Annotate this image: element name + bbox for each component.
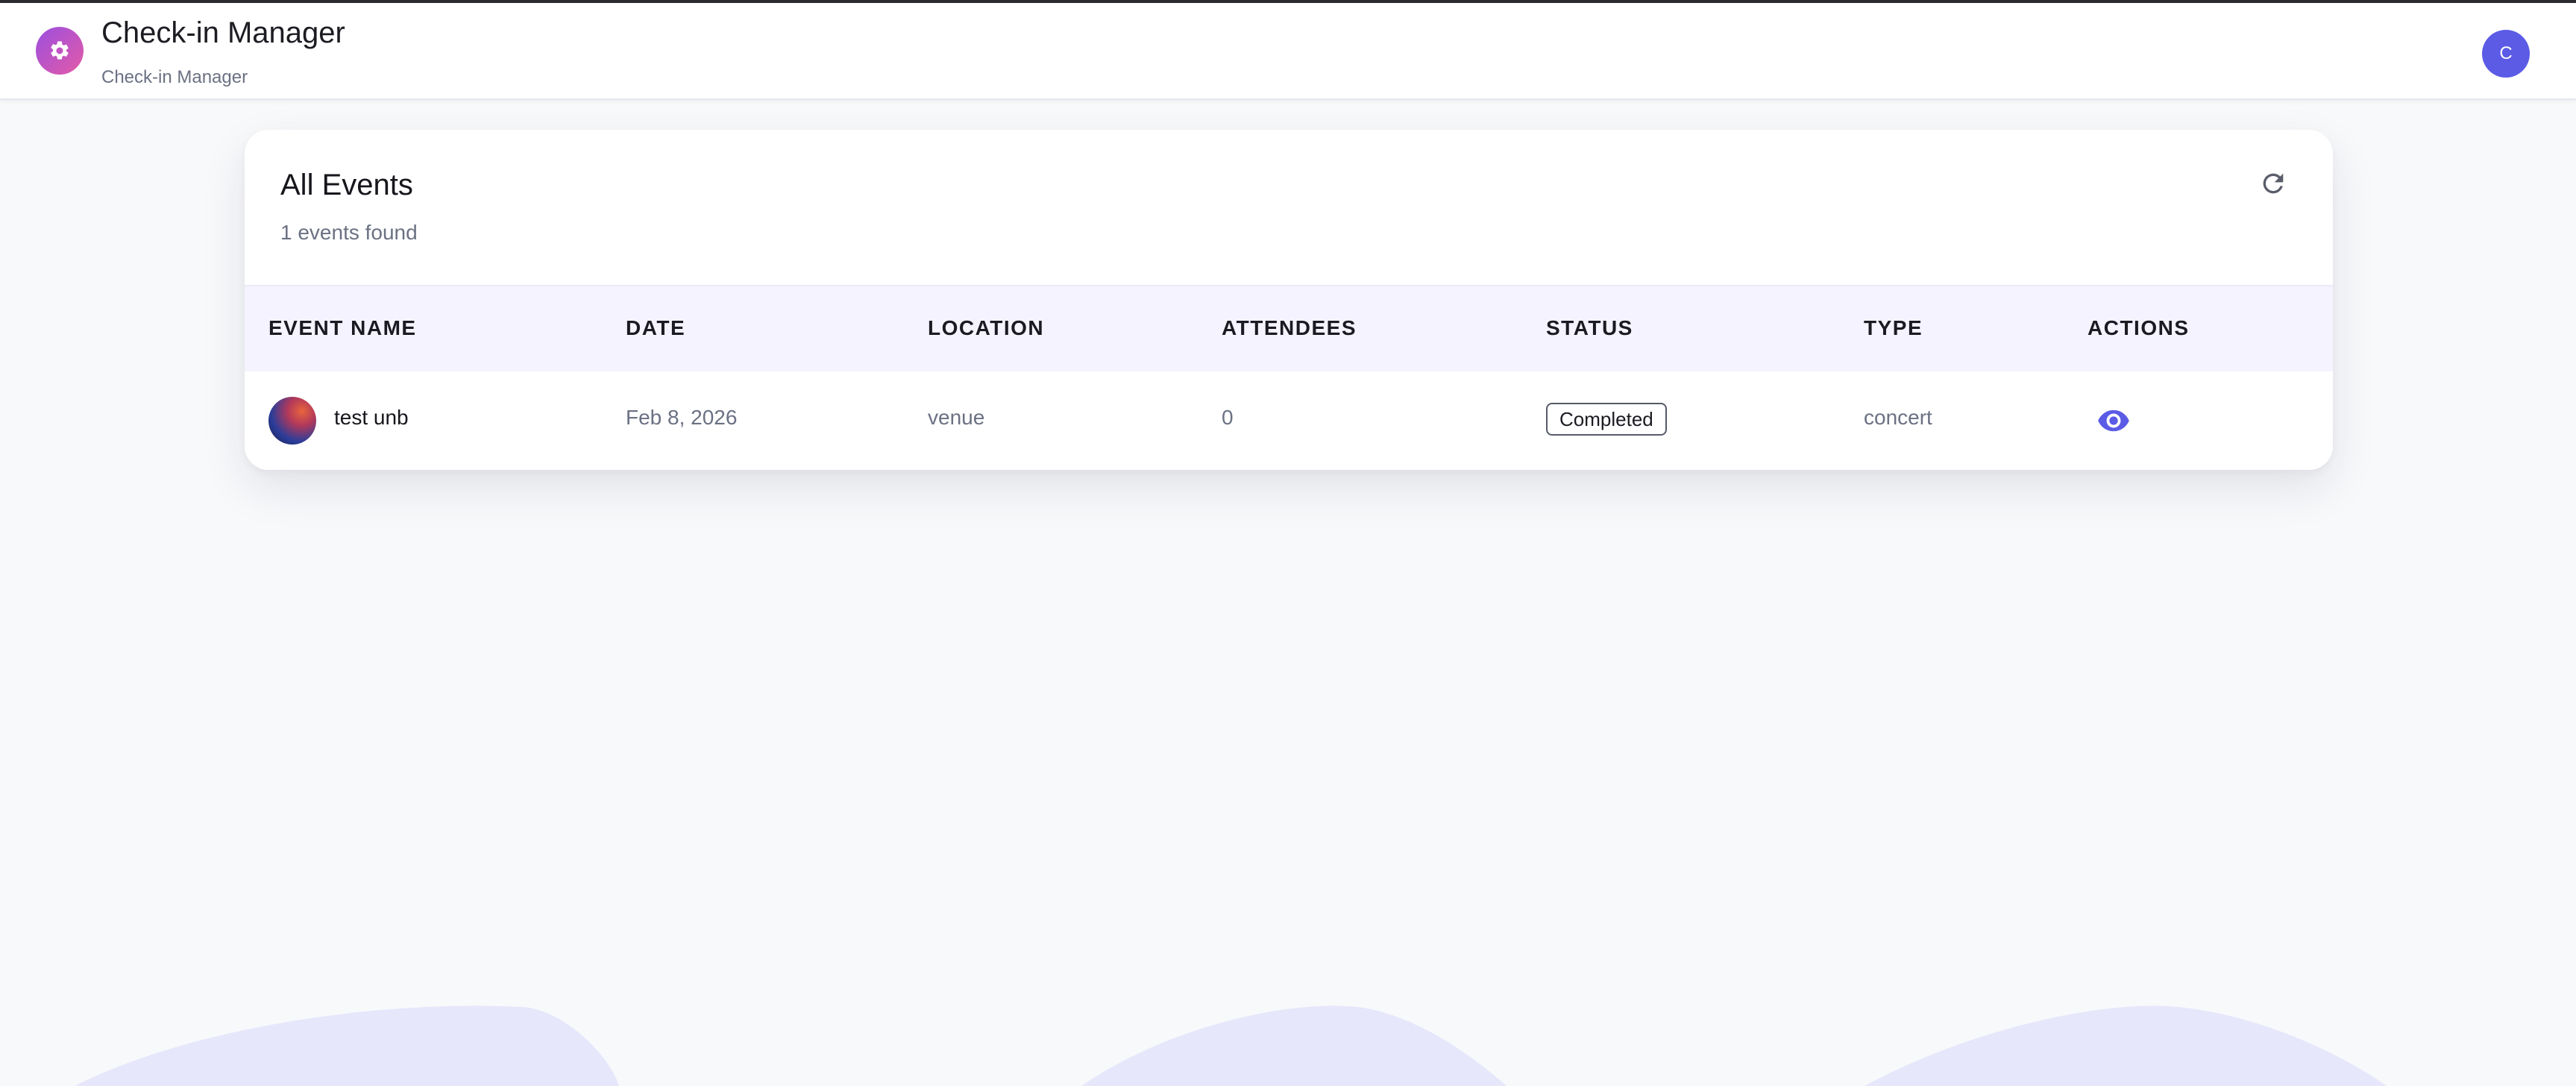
refresh-button[interactable] <box>2252 163 2294 204</box>
app-logo[interactable] <box>36 27 84 75</box>
column-header-status[interactable]: STATUS <box>1546 316 1633 340</box>
events-count: 1 events found <box>280 221 418 244</box>
event-date: Feb 8, 2026 <box>626 406 738 429</box>
event-attendees: 0 <box>1222 406 1234 429</box>
column-header-attendees[interactable]: ATTENDEES <box>1222 316 1357 340</box>
event-location: venue <box>928 406 985 429</box>
user-avatar[interactable]: C <box>2482 30 2530 78</box>
gear-icon <box>51 41 69 60</box>
refresh-icon <box>2263 173 2284 194</box>
column-header-event-name[interactable]: EVENT NAME <box>268 316 417 340</box>
column-header-actions: ACTIONS <box>2087 316 2190 339</box>
column-header-location[interactable]: LOCATION <box>928 316 1044 340</box>
status-badge: Completed <box>1546 403 1667 436</box>
card-title: All Events <box>280 169 413 201</box>
event-name: test unb <box>334 406 409 429</box>
column-header-type[interactable]: TYPE <box>1864 316 1923 340</box>
events-card: All Events 1 events found EVENT NAME DAT… <box>245 130 2333 470</box>
view-event-button[interactable] <box>2094 404 2133 437</box>
app-title: Check-in Manager <box>101 16 345 49</box>
app-header: Check-in Manager Check-in Manager C <box>0 3 2576 100</box>
event-thumbnail <box>268 397 316 445</box>
eye-icon <box>2098 409 2129 432</box>
background-wave <box>75 1005 2387 1086</box>
app-subtitle: Check-in Manager <box>101 67 248 87</box>
column-header-date[interactable]: DATE <box>626 316 685 340</box>
table-row[interactable]: test unb Feb 8, 2026 venue 0 Completed c… <box>245 371 2333 470</box>
event-type: concert <box>1864 406 1932 429</box>
table-header: EVENT NAME DATE LOCATION ATTENDEES STATU… <box>245 285 2333 373</box>
